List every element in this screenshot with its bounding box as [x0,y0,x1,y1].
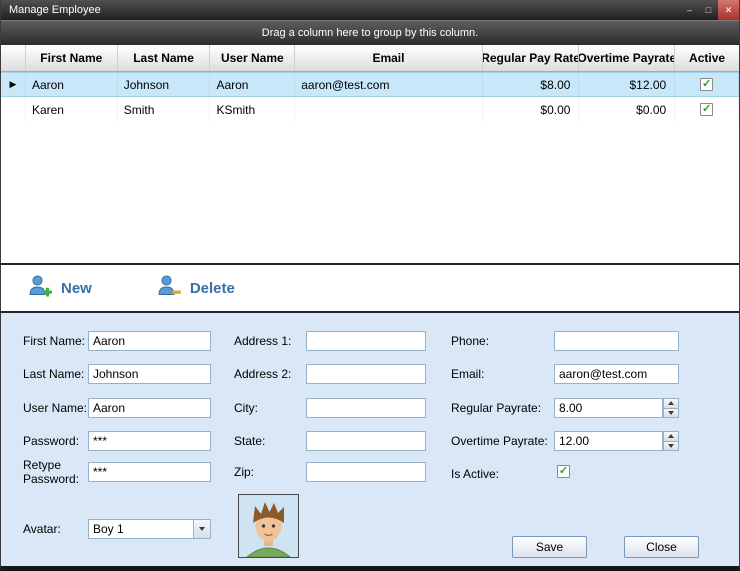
cell-active: ✓ [675,73,739,96]
close-button[interactable]: ✕ [718,0,739,20]
phone-label: Phone: [451,334,489,348]
is-active-label: Is Active: [451,467,499,481]
state-field[interactable] [306,431,426,451]
column-header-active[interactable]: Active [675,45,739,71]
close-action-button[interactable]: Close [624,536,699,558]
zip-label: Zip: [234,465,254,479]
city-label: City: [234,401,258,415]
address1-field[interactable] [306,331,426,351]
window-controls: – □ ✕ [680,0,739,20]
regular-payrate-field[interactable] [554,398,663,418]
avatar-selected-value: Boy 1 [89,520,193,538]
cell-email: aaron@test.com [295,73,482,96]
cell-regular-pay-rate: $8.00 [483,73,580,96]
spin-up-icon[interactable] [663,431,679,441]
avatar-image [238,494,299,558]
toolbar: New Delete [1,263,739,313]
city-field[interactable] [306,398,426,418]
phone-field[interactable] [554,331,679,351]
cell-first-name: Aaron [26,73,118,96]
table-row-aaron[interactable]: ▶ Aaron Johnson Aaron aaron@test.com $8.… [1,72,739,97]
delete-button-label: Delete [190,280,235,297]
cell-first-name: Karen [26,97,118,122]
email-label: Email: [451,367,484,381]
cell-overtime-payrate: $12.00 [579,73,675,96]
first-name-field[interactable] [88,331,211,351]
is-active-checkbox[interactable]: ✓ [557,465,570,478]
grid-empty-area [1,122,739,263]
zip-field[interactable] [306,462,426,482]
first-name-label: First Name: [23,334,85,348]
column-header-email[interactable]: Email [295,45,482,71]
new-button[interactable]: New [27,273,92,304]
new-button-label: New [61,280,92,297]
chevron-down-icon[interactable] [193,520,210,538]
password-field[interactable] [88,431,211,451]
title-bar: Manage Employee – □ ✕ [1,0,739,20]
row-indicator-column-header [1,45,26,71]
avatar-select[interactable]: Boy 1 [88,519,211,539]
cell-user-name: Aaron [210,73,295,96]
email-field[interactable] [554,364,679,384]
spin-down-icon[interactable] [663,408,679,419]
remove-user-icon [156,273,182,304]
row-indicator-cell [1,97,26,122]
avatar-label: Avatar: [23,522,61,536]
selected-row-indicator-icon: ▶ [1,73,26,96]
delete-button[interactable]: Delete [156,273,235,304]
address2-field[interactable] [306,364,426,384]
spin-down-icon[interactable] [663,441,679,452]
group-by-bar[interactable]: Drag a column here to group by this colu… [1,20,739,45]
last-name-label: Last Name: [23,367,84,381]
overtime-payrate-stepper [663,431,679,451]
cell-last-name: Smith [118,97,211,122]
retype-password-label: Retype Password: [23,458,81,486]
address2-label: Address 2: [234,367,291,381]
regular-payrate-label: Regular Payrate: [451,401,541,415]
user-name-label: User Name: [23,401,87,415]
table-row-karen[interactable]: Karen Smith KSmith $0.00 $0.00 ✓ [1,97,739,122]
column-header-first-name[interactable]: First Name [26,45,118,71]
password-label: Password: [23,434,79,448]
window-title: Manage Employee [9,4,680,16]
maximize-button[interactable]: □ [699,0,718,20]
overtime-payrate-label: Overtime Payrate: [451,434,548,448]
user-name-field[interactable] [88,398,211,418]
regular-payrate-stepper [663,398,679,418]
minimize-button[interactable]: – [680,0,699,20]
cell-regular-pay-rate: $0.00 [483,97,580,122]
overtime-payrate-field[interactable] [554,431,663,451]
column-header-overtime-payrate[interactable]: Overtime Payrate [579,45,675,71]
active-checkbox[interactable]: ✓ [700,103,713,116]
address1-label: Address 1: [234,334,291,348]
spin-up-icon[interactable] [663,398,679,408]
state-label: State: [234,434,265,448]
column-header-last-name[interactable]: Last Name [118,45,211,71]
active-checkbox[interactable]: ✓ [700,78,713,91]
save-button[interactable]: Save [512,536,587,558]
column-header-user-name[interactable]: User Name [210,45,295,71]
add-user-icon [27,273,53,304]
cell-overtime-payrate: $0.00 [579,97,675,122]
cell-user-name: KSmith [210,97,295,122]
manage-employee-window: Manage Employee – □ ✕ Drag a column here… [0,0,740,571]
column-header-regular-pay-rate[interactable]: Regular Pay Rate [483,45,580,71]
last-name-field[interactable] [88,364,211,384]
cell-email [295,97,482,122]
employee-form: First Name: Last Name: User Name: Passwo… [1,313,739,566]
cell-last-name: Johnson [118,73,211,96]
cell-active: ✓ [675,97,739,122]
grid-header: First Name Last Name User Name Email Reg… [1,45,739,72]
retype-password-field[interactable] [88,462,211,482]
